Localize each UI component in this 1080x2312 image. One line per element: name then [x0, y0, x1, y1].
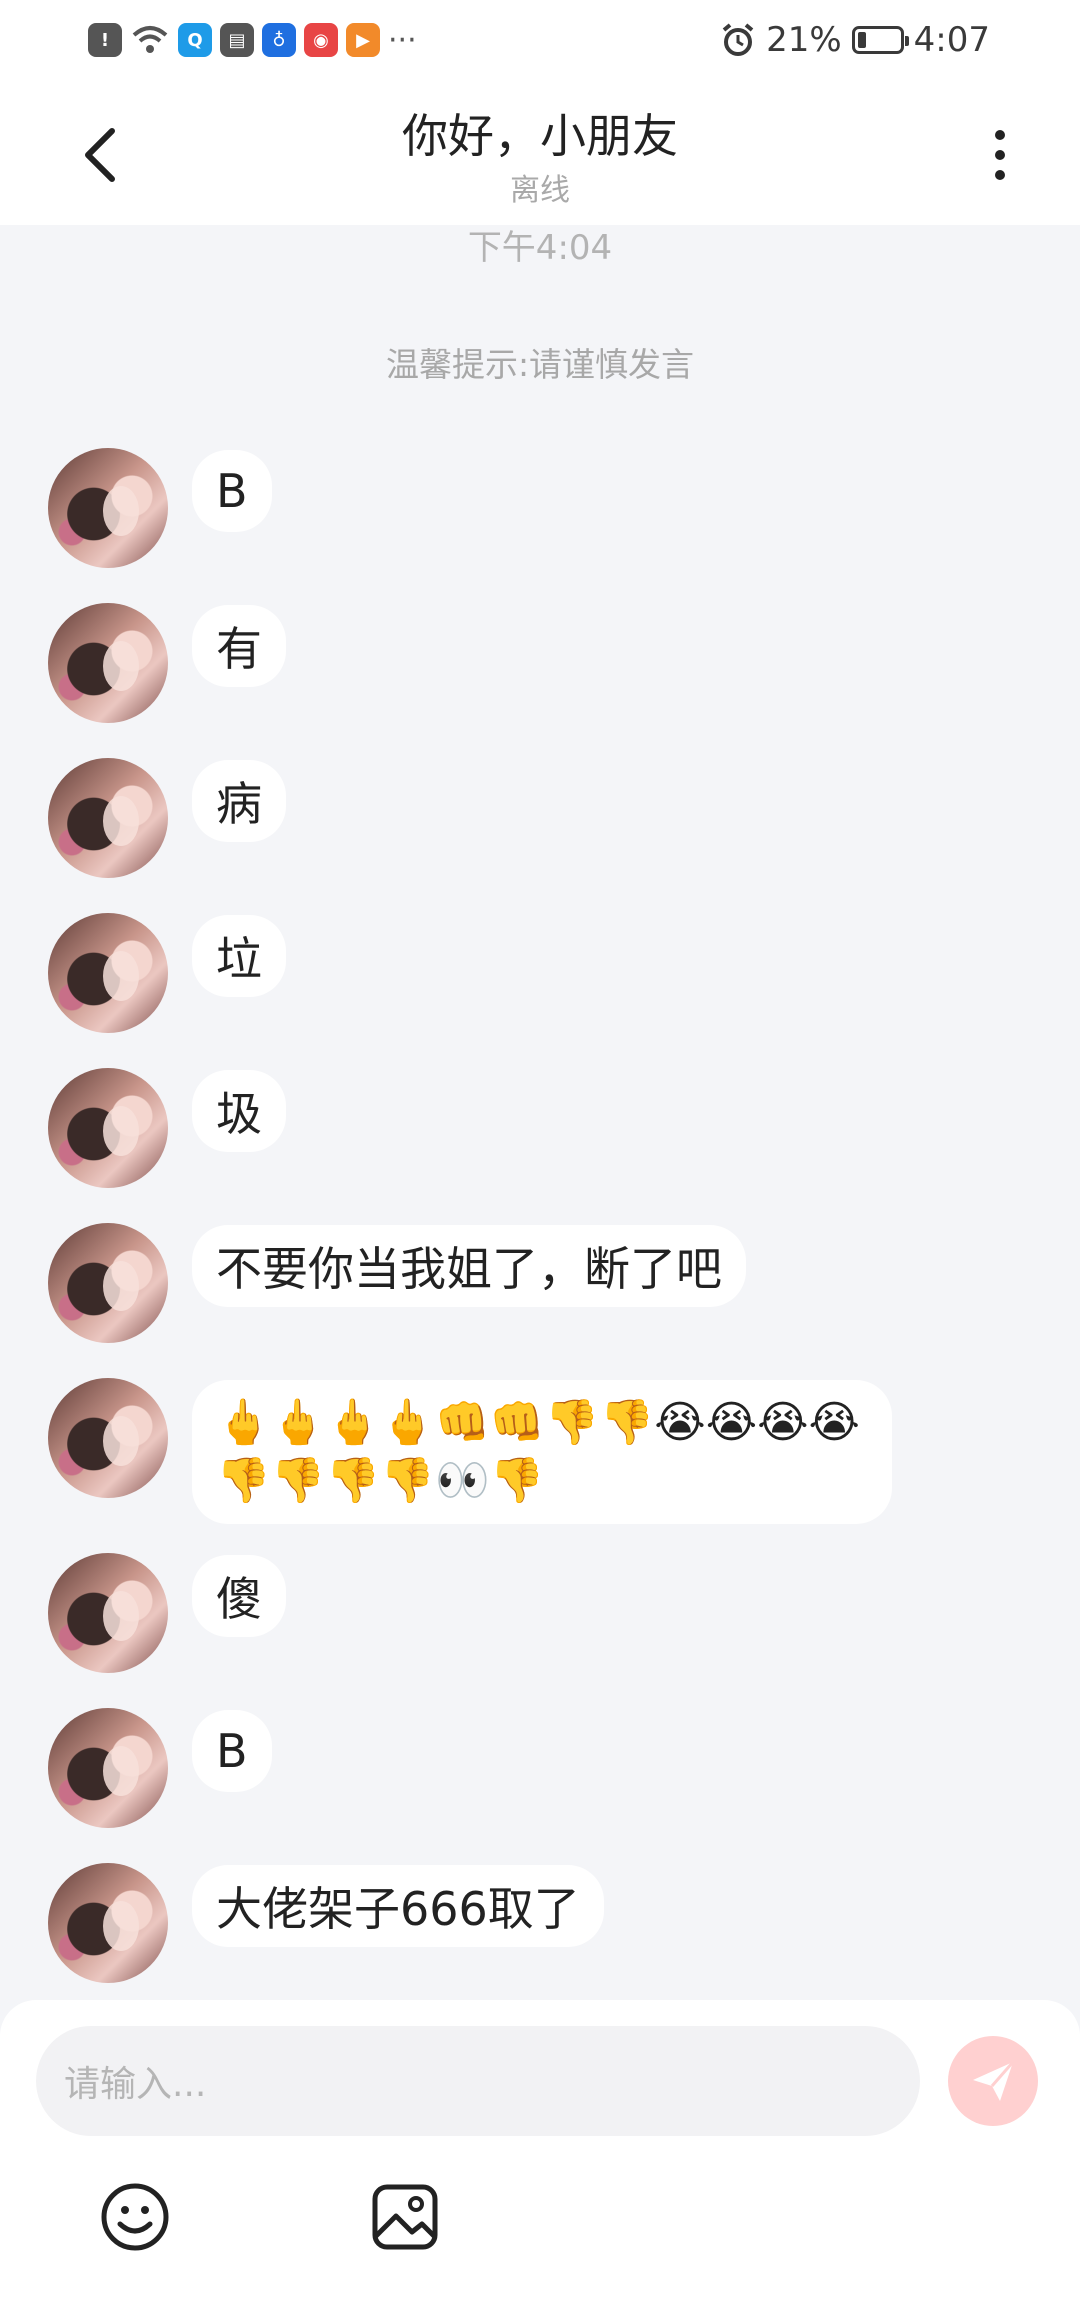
send-icon: [973, 2061, 1015, 2101]
message-row: 病: [48, 758, 286, 878]
message-timestamp: 下午4:04: [467, 228, 613, 268]
avatar[interactable]: [48, 1378, 168, 1498]
battery-level: [857, 32, 866, 48]
alarm-icon: [722, 23, 754, 56]
emoji-button[interactable]: [98, 2180, 172, 2254]
avatar[interactable]: [48, 1553, 168, 1673]
input-area: 请输入...: [0, 2000, 1080, 2312]
avatar[interactable]: [48, 1068, 168, 1188]
message-bubble[interactable]: 有: [192, 605, 286, 687]
avatar[interactable]: [48, 913, 168, 1033]
message-row: 垃: [48, 913, 286, 1033]
message-row: 傻: [48, 1553, 286, 1673]
message-row: 圾: [48, 1068, 286, 1188]
system-tip: 温馨提示:请谨慎发言: [385, 345, 695, 384]
more-notifications: ···: [388, 22, 417, 58]
message-bubble[interactable]: 垃: [192, 915, 286, 997]
calendar-icon: ▤: [220, 23, 254, 57]
more-options-button[interactable]: [980, 120, 1020, 190]
message-row: 有: [48, 603, 286, 723]
image-icon: [372, 2184, 438, 2250]
battery-icon: [851, 26, 909, 54]
chat-header: 你好，小朋友 离线: [0, 80, 1080, 225]
avatar[interactable]: [48, 758, 168, 878]
message-input[interactable]: 请输入...: [36, 2026, 920, 2136]
message-row: B: [48, 1708, 272, 1828]
status-bar: ! Q ▤ ♁ ◉ ▶ ··· 21% 4:07: [0, 0, 1080, 80]
online-status: 离线: [510, 173, 570, 208]
message-bubble[interactable]: 不要你当我姐了，断了吧: [192, 1225, 746, 1307]
notification-icons: ! Q ▤ ♁ ◉ ▶ ···: [88, 20, 417, 60]
message-bubble[interactable]: B: [192, 450, 272, 532]
avatar[interactable]: [48, 1223, 168, 1343]
avatar[interactable]: [48, 448, 168, 568]
more-dot-icon: [995, 150, 1005, 160]
send-button[interactable]: [948, 2036, 1038, 2126]
message-bubble[interactable]: 圾: [192, 1070, 286, 1152]
search-app-icon: Q: [178, 23, 212, 57]
avatar[interactable]: [48, 1708, 168, 1828]
message-row: 大佬架子666取了: [48, 1863, 604, 1983]
image-button[interactable]: [368, 2180, 442, 2254]
message-bubble[interactable]: 大佬架子666取了: [192, 1865, 604, 1947]
message-row: B: [48, 448, 272, 568]
alert-icon: !: [88, 23, 122, 57]
bulb-app-icon: ♁: [262, 23, 296, 57]
message-bubble-emoji[interactable]: 🖕🖕🖕🖕👊👊👎👎😭😭😭😭👎👎👎👎👀👎: [192, 1380, 892, 1524]
smiley-icon: [101, 2183, 169, 2251]
message-bubble[interactable]: B: [192, 1710, 272, 1792]
video-app-icon: ▶: [346, 23, 380, 57]
message-bubble[interactable]: 病: [192, 760, 286, 842]
message-row: 不要你当我姐了，断了吧: [48, 1223, 746, 1343]
wifi-icon: [132, 26, 168, 53]
avatar[interactable]: [48, 1863, 168, 1983]
avatar[interactable]: [48, 603, 168, 723]
chat-title: 你好，小朋友: [402, 109, 678, 163]
message-bubble[interactable]: 傻: [192, 1555, 286, 1637]
battery-percent: 21%: [766, 20, 842, 60]
clock: 4:07: [913, 20, 990, 60]
more-dot-icon: [995, 170, 1005, 180]
message-row: 🖕🖕🖕🖕👊👊👎👎😭😭😭😭👎👎👎👎👀👎: [48, 1378, 892, 1524]
game-app-icon: ◉: [304, 23, 338, 57]
more-dot-icon: [995, 130, 1005, 140]
status-right: 21% 4:07: [720, 16, 990, 64]
